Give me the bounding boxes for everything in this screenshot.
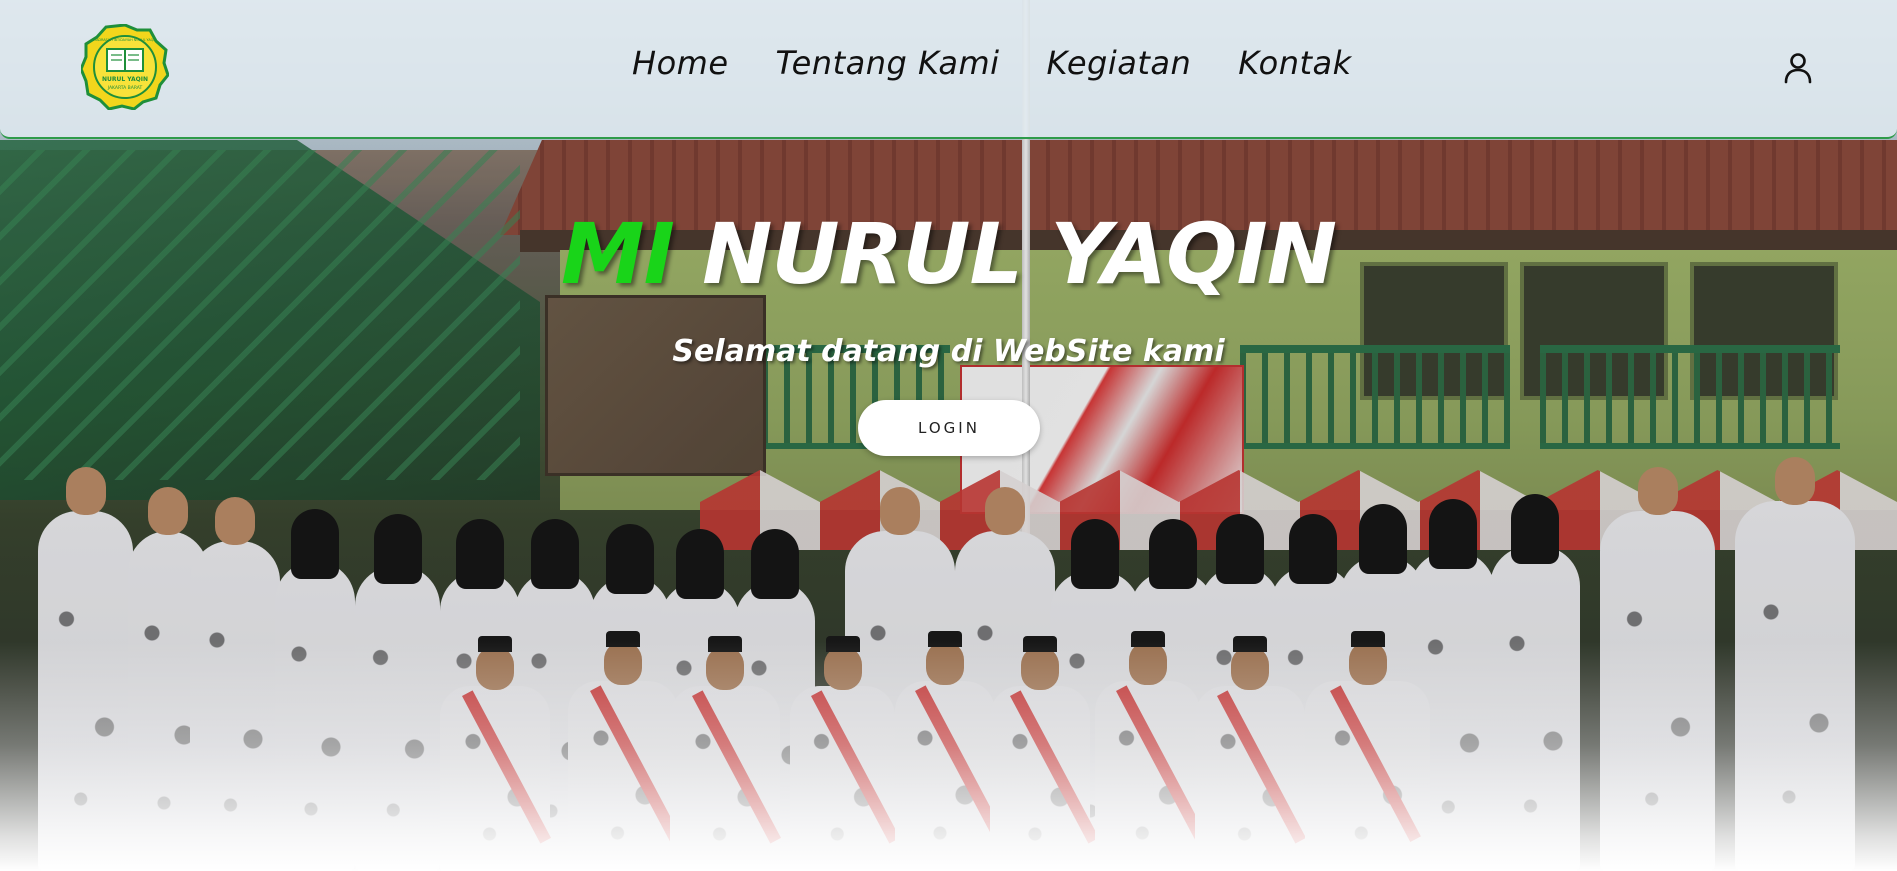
- nav-link-home[interactable]: Home: [632, 44, 729, 82]
- hero-title: MI NURUL YAQIN: [0, 205, 1897, 303]
- logo-text-city: JAKARTA BARAT: [107, 85, 143, 91]
- school-logo-icon[interactable]: NURUL YAQIN JAKARTA BARAT MADRASAH IBTID…: [81, 24, 169, 110]
- user-icon[interactable]: [1784, 52, 1812, 84]
- top-navbar: NURUL YAQIN JAKARTA BARAT MADRASAH IBTID…: [0, 0, 1897, 139]
- bottom-white-fade: [0, 641, 1897, 871]
- login-button[interactable]: LOGIN: [858, 400, 1040, 456]
- hero-title-rest: NURUL YAQIN: [702, 205, 1337, 303]
- main-navigation: Home Tentang Kami Kegiatan Kontak: [632, 44, 1352, 82]
- hero-subtitle: Selamat datang di WebSite kami: [672, 334, 1225, 369]
- hero-title-accent: MI: [560, 205, 675, 303]
- page: NURUL YAQIN JAKARTA BARAT MADRASAH IBTID…: [0, 0, 1897, 871]
- nav-link-tentang-kami[interactable]: Tentang Kami: [776, 44, 1000, 82]
- logo-text-top: MADRASAH IBTIDAIYAH NURUL YAQIN: [93, 38, 157, 42]
- nav-link-kontak[interactable]: Kontak: [1238, 44, 1351, 82]
- nav-link-kegiatan[interactable]: Kegiatan: [1047, 44, 1192, 82]
- logo-text-name: NURUL YAQIN: [102, 76, 148, 83]
